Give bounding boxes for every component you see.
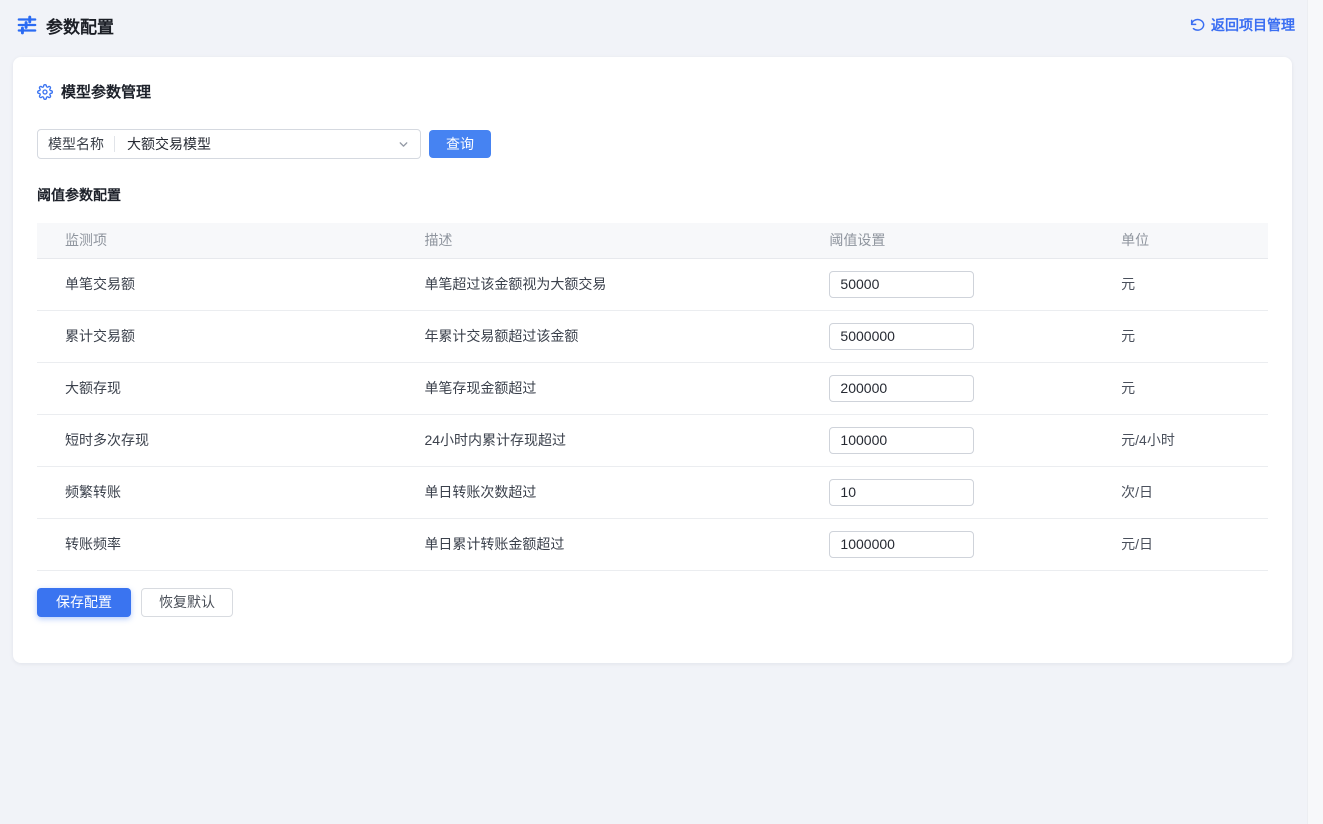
column-header-unit: 单位 [1093,223,1268,258]
table-row: 单笔交易额 单笔超过该金额视为大额交易 元 [37,258,1268,310]
threshold-input[interactable] [829,271,974,298]
table-row: 短时多次存现 24小时内累计存现超过 元/4小时 [37,414,1268,466]
unit-cell: 次/日 [1093,466,1268,518]
table-row: 频繁转账 单日转账次数超过 次/日 [37,466,1268,518]
page-title-group: 参数配置 [16,13,114,38]
threshold-cell [801,518,1093,570]
threshold-cell [801,414,1093,466]
monitor-item-cell: 单笔交易额 [37,258,396,310]
query-button[interactable]: 查询 [429,130,491,158]
column-header-threshold: 阈值设置 [801,223,1093,258]
description-cell: 单笔存现金额超过 [396,362,801,414]
threshold-cell [801,466,1093,518]
undo-icon [1189,17,1205,33]
section-title: 模型参数管理 [61,81,151,102]
model-select-label: 模型名称 [48,134,114,154]
sliders-icon [16,14,38,36]
parameter-panel: 模型参数管理 模型名称 大额交易模型 查询 阈值参数配置 监测项 描述 阈值设置… [13,57,1292,663]
table-row: 累计交易额 年累计交易额超过该金额 元 [37,310,1268,362]
column-header-item: 监测项 [37,223,396,258]
description-cell: 单笔超过该金额视为大额交易 [396,258,801,310]
threshold-table: 监测项 描述 阈值设置 单位 单笔交易额 单笔超过该金额视为大额交易 元 累 [37,223,1268,571]
threshold-input[interactable] [829,531,974,558]
gear-icon [37,84,53,100]
scrollbar[interactable] [1307,0,1323,824]
monitor-item-cell: 转账频率 [37,518,396,570]
model-select-value: 大额交易模型 [115,134,397,154]
monitor-item-cell: 频繁转账 [37,466,396,518]
description-cell: 年累计交易额超过该金额 [396,310,801,362]
column-header-desc: 描述 [396,223,801,258]
chevron-down-icon [397,138,410,151]
threshold-cell [801,258,1093,310]
table-row: 大额存现 单笔存现金额超过 元 [37,362,1268,414]
threshold-cell [801,310,1093,362]
unit-cell: 元 [1093,258,1268,310]
threshold-config-title: 阈值参数配置 [37,185,1268,205]
threshold-input[interactable] [829,427,974,454]
description-cell: 单日转账次数超过 [396,466,801,518]
threshold-cell [801,362,1093,414]
monitor-item-cell: 短时多次存现 [37,414,396,466]
save-config-button[interactable]: 保存配置 [37,588,131,617]
threshold-input[interactable] [829,323,974,350]
section-header: 模型参数管理 [37,81,1268,102]
unit-cell: 元/4小时 [1093,414,1268,466]
table-row: 转账频率 单日累计转账金额超过 元/日 [37,518,1268,570]
unit-cell: 元/日 [1093,518,1268,570]
table-header-row: 监测项 描述 阈值设置 单位 [37,223,1268,258]
monitor-item-cell: 大额存现 [37,362,396,414]
top-bar: 参数配置 返回项目管理 [0,0,1323,50]
threshold-input[interactable] [829,375,974,402]
restore-default-button[interactable]: 恢复默认 [141,588,233,617]
unit-cell: 元 [1093,362,1268,414]
page-title: 参数配置 [46,13,114,38]
model-name-select[interactable]: 模型名称 大额交易模型 [37,129,421,159]
back-link-label: 返回项目管理 [1211,15,1295,35]
back-to-project-link[interactable]: 返回项目管理 [1189,15,1295,35]
description-cell: 24小时内累计存现超过 [396,414,801,466]
monitor-item-cell: 累计交易额 [37,310,396,362]
query-row: 模型名称 大额交易模型 查询 [37,129,1268,159]
threshold-input[interactable] [829,479,974,506]
footer-buttons: 保存配置 恢复默认 [37,588,1268,617]
description-cell: 单日累计转账金额超过 [396,518,801,570]
unit-cell: 元 [1093,310,1268,362]
